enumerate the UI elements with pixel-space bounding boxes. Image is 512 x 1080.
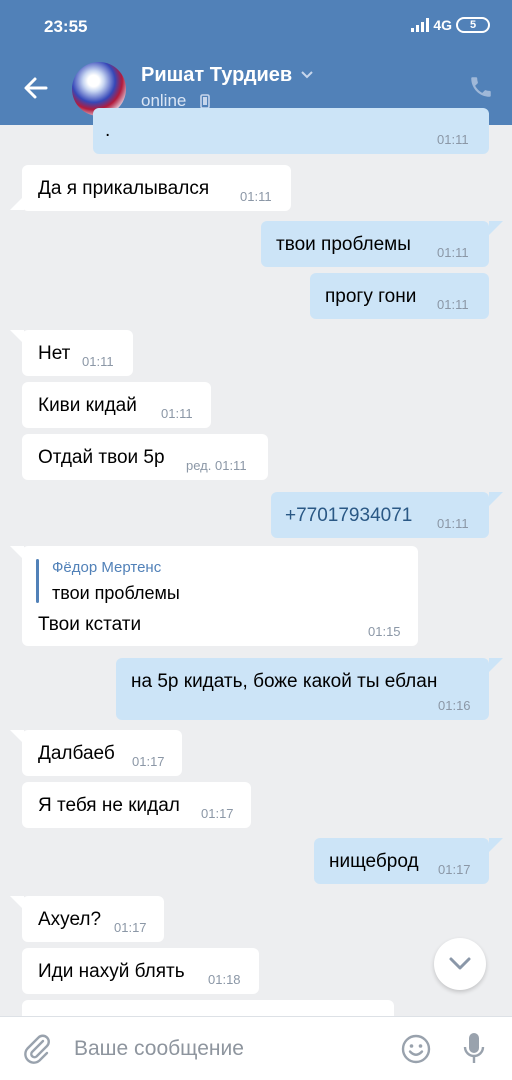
bubble-tail xyxy=(489,658,503,672)
chevron-down-icon[interactable] xyxy=(300,70,314,80)
battery-level: 5 xyxy=(469,18,477,31)
header-bar: 23:55 4G 5 Ришат Турдиев online xyxy=(0,0,512,125)
message-bubble-outgoing[interactable]: +77017934071 01:11 xyxy=(271,492,489,538)
message-time: ред. 01:11 xyxy=(186,458,247,473)
message-text: Твои кстати xyxy=(38,614,142,635)
message-time: 01:11 xyxy=(437,245,469,260)
chevron-down-icon xyxy=(449,957,471,970)
message-time: 01:17 xyxy=(114,920,147,935)
message-bubble-incoming[interactable]: Фёдор Мертенс твои проблемы Твои кстати … xyxy=(22,546,418,646)
message-input[interactable] xyxy=(74,1031,384,1067)
message-bubble-incoming[interactable]: Далбаеб 01:17 xyxy=(22,730,182,776)
back-arrow-icon[interactable] xyxy=(22,74,50,102)
status-indicators: 4G 5 xyxy=(411,17,490,33)
message-time: 01:15 xyxy=(368,624,401,639)
message-text: твои проблемы xyxy=(276,234,411,255)
message-bubble-outgoing[interactable]: прогу гони 01:11 xyxy=(310,273,489,319)
message-bubble-incoming[interactable]: Я тебя не кидал 01:17 xyxy=(22,782,251,828)
message-text: прогу гони xyxy=(325,286,417,307)
reply-author[interactable]: Фёдор Мертенс xyxy=(52,559,161,576)
message-time: 01:11 xyxy=(82,354,114,369)
message-text: Ахуел? xyxy=(38,909,102,930)
message-text: Нет xyxy=(38,343,71,364)
message-bubble-incoming[interactable]: Ахуел? 01:17 xyxy=(22,896,164,942)
message-bubble-outgoing[interactable]: нищеброд 01:17 xyxy=(314,838,489,884)
message-text: . xyxy=(105,120,111,141)
paperclip-icon[interactable] xyxy=(22,1033,52,1065)
status-bar: 23:55 4G 5 xyxy=(0,0,512,54)
message-bubble-outgoing[interactable]: на 5р кидать, боже какой ты еблан 01:16 xyxy=(116,658,489,720)
microphone-icon[interactable] xyxy=(462,1031,486,1067)
message-bubble-incoming[interactable]: Киви кидай 01:11 xyxy=(22,382,211,428)
message-time: 01:11 xyxy=(161,406,193,421)
message-bubble-incoming[interactable]: Иди нахуй блять 01:18 xyxy=(22,948,259,994)
message-text: Далбаеб xyxy=(38,743,115,764)
message-bubble-outgoing[interactable]: твои проблемы 01:11 xyxy=(261,221,489,267)
message-time: 01:11 xyxy=(240,189,272,204)
message-time: 01:17 xyxy=(201,806,234,821)
message-text: на 5р кидать, боже какой ты еблан xyxy=(131,671,438,692)
message-text: Иди нахуй блять xyxy=(38,961,185,982)
bubble-tail xyxy=(489,838,503,852)
message-time: 01:11 xyxy=(437,132,469,147)
message-text: нищеброд xyxy=(329,851,419,872)
message-time: 01:18 xyxy=(208,972,241,987)
message-time: 01:17 xyxy=(438,862,471,877)
message-text: Да я прикалывался xyxy=(38,178,210,199)
message-time: 01:11 xyxy=(437,516,469,531)
reply-text: твои проблемы xyxy=(52,583,180,603)
message-composer xyxy=(0,1016,512,1080)
message-bubble-outgoing[interactable]: . 01:11 xyxy=(93,108,489,154)
emoji-icon[interactable] xyxy=(400,1033,432,1065)
message-text: Отдай твои 5р xyxy=(38,447,165,468)
phone-link[interactable]: +77017934071 xyxy=(285,505,412,527)
message-text: Киви кидай xyxy=(38,395,137,416)
bubble-tail xyxy=(489,492,503,506)
bubble-tail xyxy=(489,221,503,235)
message-bubble-incoming[interactable]: Нет 01:11 xyxy=(22,330,133,376)
status-time: 23:55 xyxy=(44,17,88,36)
signal-icon xyxy=(411,18,430,32)
message-bubble-incoming[interactable]: Да я прикалывался 01:11 xyxy=(22,165,291,211)
network-type: 4G xyxy=(433,17,452,33)
message-bubble-incoming[interactable]: Отдай твои 5р ред. 01:11 xyxy=(22,434,268,480)
call-icon[interactable] xyxy=(468,74,494,100)
reply-quote-bar xyxy=(36,559,39,603)
message-time: 01:17 xyxy=(132,754,165,769)
message-time: 01:16 xyxy=(438,698,471,713)
battery-icon: 5 xyxy=(456,17,490,33)
scroll-down-button[interactable] xyxy=(434,938,486,990)
message-text: Я тебя не кидал xyxy=(38,795,180,816)
message-time: 01:11 xyxy=(437,297,469,312)
contact-name[interactable]: Ришат Турдиев xyxy=(141,64,292,87)
mobile-phone-icon xyxy=(200,94,210,109)
